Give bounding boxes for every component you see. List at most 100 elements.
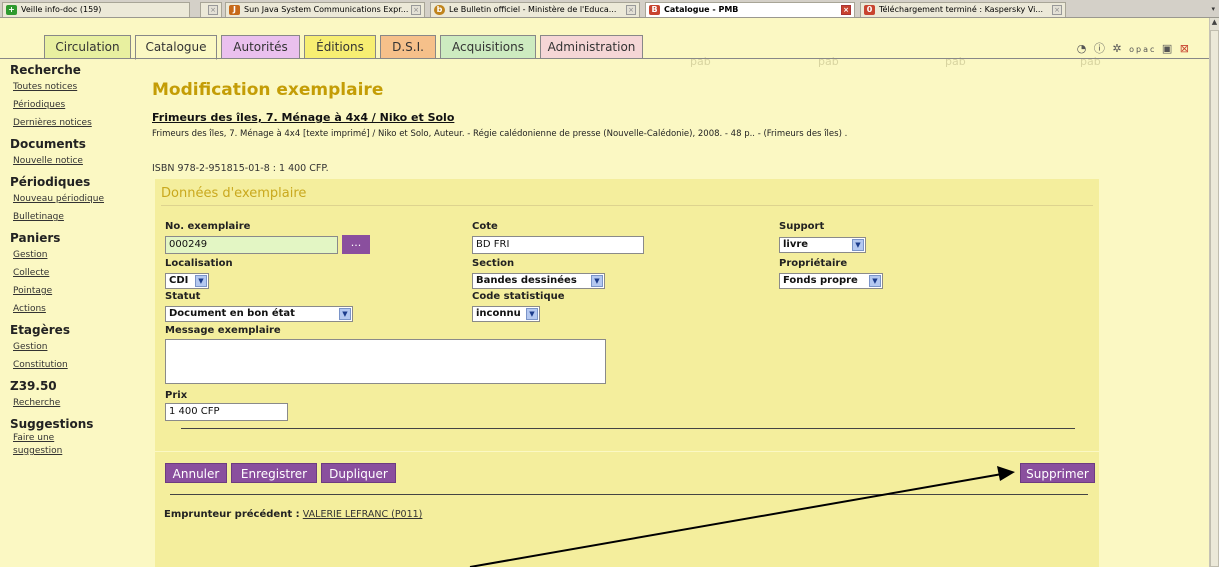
toolbar-icons: ◔ ⓘ ✲ opac ▣ ⊠	[1077, 40, 1191, 56]
browser-tab-kaspersky[interactable]: 0 Téléchargement terminé : Kaspersky Vi.…	[860, 2, 1066, 17]
help-icon[interactable]: ⓘ	[1094, 40, 1107, 56]
panel-divider	[161, 205, 1093, 206]
browser-tab-sun-java[interactable]: J Sun Java System Communications Expr...…	[225, 2, 425, 17]
sidebar-group-recherche: Recherche Toutes notices Périodiques Der…	[10, 62, 140, 132]
browser-tab-catalogue-pmb[interactable]: B Catalogue - PMB ×	[645, 2, 855, 17]
tab-close-icon[interactable]: ×	[626, 5, 636, 15]
sidebar-link-constitution[interactable]: Constitution	[13, 356, 140, 374]
proprietaire-label: Propriétaire	[779, 258, 848, 269]
tab-close-icon[interactable]: ×	[1052, 5, 1062, 15]
browser-tab-label: Téléchargement terminé : Kaspersky Vi...	[879, 5, 1043, 14]
no-exemplaire-lookup-button[interactable]: ...	[342, 235, 370, 254]
localisation-select[interactable]: CDI ▼	[165, 273, 209, 289]
chevron-down-icon: ▼	[852, 239, 864, 251]
tab-label: Éditions	[316, 40, 364, 54]
tab-acquisitions[interactable]: Acquisitions	[440, 35, 536, 59]
vertical-scrollbar[interactable]: ▲	[1209, 18, 1219, 567]
kaspersky-icon: 0	[864, 5, 875, 15]
tab-dsi[interactable]: D.S.I.	[380, 35, 436, 59]
plus-icon: +	[6, 5, 17, 15]
support-value: livre	[783, 239, 809, 250]
message-exemplaire-textarea[interactable]	[165, 339, 606, 384]
sidebar-heading: Suggestions	[10, 417, 94, 431]
pmb-icon: B	[649, 5, 660, 15]
bulletin-icon: b	[434, 5, 445, 15]
enregistrer-button[interactable]: Enregistrer	[231, 463, 317, 483]
scroll-up-icon[interactable]: ▲	[1210, 18, 1219, 30]
sidebar-link-dernieres-notices[interactable]: Dernières notices	[13, 114, 140, 132]
sidebar-link-suggestion[interactable]: suggestion	[13, 444, 140, 458]
panel-title: Données d'exemplaire	[161, 186, 307, 201]
gear-icon[interactable]: ✲	[1112, 42, 1123, 55]
code-statistique-label: Code statistique	[472, 291, 565, 302]
browser-tab-veille[interactable]: + Veille info-doc (159)	[2, 2, 190, 17]
tab-close-icon[interactable]: ×	[411, 5, 421, 15]
tab-list-dropdown-icon[interactable]: ▾	[1211, 5, 1215, 13]
sidebar-group-suggestions: Suggestions Faire une suggestion	[10, 416, 140, 458]
browser-tab-label: Sun Java System Communications Expr...	[244, 5, 409, 14]
tab-administration[interactable]: Administration	[540, 35, 643, 59]
sidebar-link-periodiques[interactable]: Périodiques	[13, 96, 140, 114]
statut-select[interactable]: Document en bon état ▼	[165, 306, 353, 322]
sidebar-link-nouvelle-notice[interactable]: Nouvelle notice	[13, 152, 140, 170]
message-exemplaire-label: Message exemplaire	[165, 325, 281, 336]
chevron-down-icon: ▼	[526, 308, 538, 320]
sidebar-link-gestion-etageres[interactable]: Gestion	[13, 338, 140, 356]
tab-label: D.S.I.	[392, 40, 424, 54]
sidebar-link-toutes-notices[interactable]: Toutes notices	[13, 78, 140, 96]
tab-autorites[interactable]: Autorités	[221, 35, 300, 59]
prix-input[interactable]: 1 400 CFP	[165, 403, 288, 421]
sidebar-link-collecte[interactable]: Collecte	[13, 264, 140, 282]
annuler-button[interactable]: Annuler	[165, 463, 227, 483]
browser-tab-spacer[interactable]: ×	[200, 2, 222, 17]
tab-editions[interactable]: Éditions	[304, 35, 376, 59]
support-select[interactable]: livre ▼	[779, 237, 866, 253]
sidebar-group-documents: Documents Nouvelle notice	[10, 136, 140, 170]
close-icon[interactable]: ⊠	[1180, 42, 1191, 55]
sidebar-heading: Paniers	[10, 231, 61, 245]
section-select[interactable]: Bandes dessinées ▼	[472, 273, 605, 289]
scrollbar-thumb[interactable]	[1210, 30, 1219, 567]
tab-close-icon[interactable]: ×	[208, 5, 218, 15]
prix-label: Prix	[165, 390, 188, 401]
sidebar: Recherche Toutes notices Périodiques Der…	[10, 62, 140, 458]
localisation-value: CDI	[169, 275, 189, 286]
cote-input[interactable]: BD FRI	[472, 236, 644, 254]
sidebar-link-recherche-z3950[interactable]: Recherche	[13, 394, 140, 412]
bottom-divider	[170, 494, 1088, 495]
ghost-label: pab	[818, 55, 839, 68]
history-icon[interactable]: ◔	[1077, 42, 1089, 55]
code-statistique-select[interactable]: inconnu ▼	[472, 306, 540, 322]
emprunteur-label: Emprunteur précédent :	[164, 509, 300, 520]
tab-baseline	[0, 58, 1209, 59]
tab-close-icon[interactable]: ×	[841, 5, 851, 15]
support-label: Support	[779, 221, 825, 232]
notice-title-link[interactable]: Frimeurs des îles, 7. Ménage à 4x4 / Nik…	[152, 111, 454, 124]
save-icon[interactable]: ▣	[1162, 42, 1174, 55]
page-title: Modification exemplaire	[152, 80, 384, 100]
sidebar-link-nouveau-periodique[interactable]: Nouveau périodique	[13, 190, 140, 208]
sidebar-link-pointage[interactable]: Pointage	[13, 282, 140, 300]
chevron-down-icon: ▼	[195, 275, 207, 287]
opac-icon[interactable]: opac	[1129, 45, 1156, 54]
tab-label: Autorités	[233, 40, 288, 54]
proprietaire-select[interactable]: Fonds propre ▼	[779, 273, 883, 289]
sidebar-group-paniers: Paniers Gestion Collecte Pointage Action…	[10, 230, 140, 318]
emprunteur-link[interactable]: VALERIE LEFRANC (P011)	[303, 509, 423, 520]
sidebar-heading: Etagères	[10, 323, 70, 337]
dupliquer-button[interactable]: Dupliquer	[321, 463, 396, 483]
sidebar-link-bulletinage[interactable]: Bulletinage	[13, 208, 140, 226]
browser-tab-bulletin[interactable]: b Le Bulletin officiel - Ministère de l'…	[430, 2, 640, 17]
section-value: Bandes dessinées	[476, 275, 577, 286]
sidebar-group-periodiques: Périodiques Nouveau périodique Bulletina…	[10, 174, 140, 226]
app-navigation: Circulation Catalogue Autorités Éditions…	[0, 18, 1209, 68]
sidebar-link-faire-une[interactable]: Faire une	[13, 432, 140, 444]
sidebar-link-gestion[interactable]: Gestion	[13, 246, 140, 264]
tab-label: Catalogue	[145, 40, 207, 54]
supprimer-button[interactable]: Supprimer	[1020, 463, 1095, 483]
tab-catalogue[interactable]: Catalogue	[135, 35, 217, 60]
no-exemplaire-input[interactable]: 000249	[165, 236, 338, 254]
sidebar-link-actions[interactable]: Actions	[13, 300, 140, 318]
tab-circulation[interactable]: Circulation	[44, 35, 131, 59]
chevron-down-icon: ▼	[869, 275, 881, 287]
